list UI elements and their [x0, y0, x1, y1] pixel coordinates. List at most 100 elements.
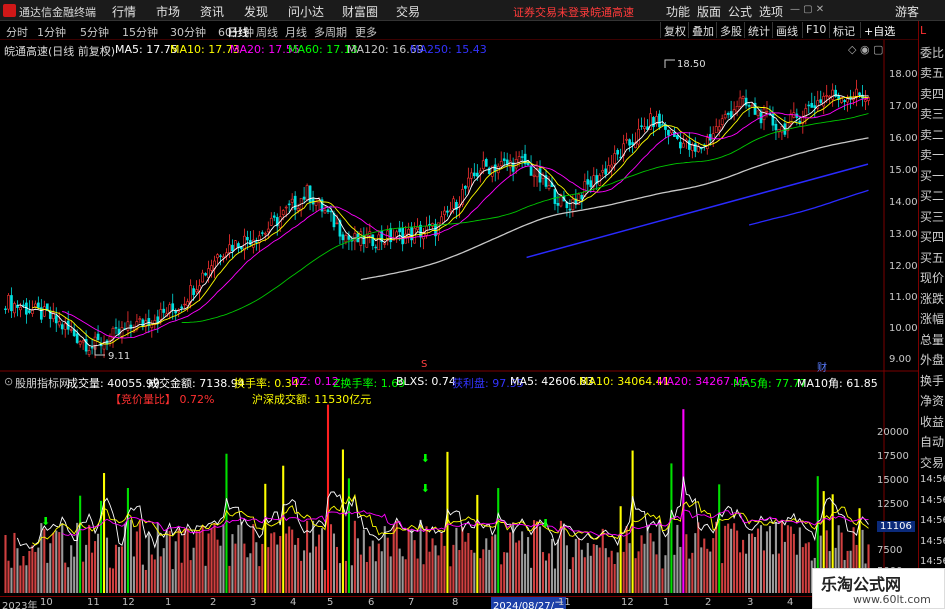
candle-body [266, 228, 270, 233]
candle-body [219, 255, 222, 257]
sidebar-item-15[interactable]: 总量 [920, 331, 944, 348]
candle-body [717, 126, 721, 131]
volume-bar [682, 409, 685, 593]
menu-wenxiaoda[interactable]: 问小达 [288, 3, 324, 20]
ma250-line [748, 189, 869, 226]
candle-body [756, 110, 760, 116]
sidebar-item-12[interactable]: 现价 [920, 269, 944, 286]
period-15min[interactable]: 15分钟 [122, 24, 158, 40]
app-logo-icon [3, 4, 16, 17]
menu-hangqing[interactable]: 行情 [112, 3, 136, 20]
volume-bar [700, 547, 703, 593]
menu-gongneng[interactable]: 功能 [666, 3, 690, 20]
menu-jiaoyi[interactable]: 交易 [396, 3, 420, 20]
sidebar-item-18[interactable]: 净资 [920, 392, 944, 409]
candle-body [798, 120, 802, 124]
period-monthly[interactable]: 月线 [285, 24, 307, 40]
volume-bar [730, 528, 733, 593]
cai-marker: 财 [817, 363, 827, 374]
candle-body [580, 194, 584, 200]
sidebar-item-22[interactable]: 14:56 [920, 474, 945, 485]
sidebar-item-24[interactable]: 14:56 [920, 515, 945, 526]
sidebar-item-25[interactable]: 14:56 [920, 536, 945, 547]
kline-chart[interactable]: ⬇ ⬇ ⬇ ⬇ [0, 40, 918, 596]
sidebar-item-4[interactable]: 卖三 [920, 105, 944, 122]
login-warning[interactable]: 证券交易未登录 [513, 4, 590, 20]
collapse-icon[interactable]: ⊙ [102, 43, 111, 56]
volume-bar [237, 524, 240, 593]
candle-body [481, 160, 485, 170]
volume-bar [461, 527, 464, 593]
sidebar-item-1[interactable]: 委比 [920, 44, 944, 61]
sidebar-item-26[interactable]: 14:56 [920, 556, 945, 567]
btn-tongji[interactable]: 统计 [744, 22, 773, 38]
volume-bar [270, 533, 273, 593]
volume-bar [488, 549, 491, 593]
menu-banmian[interactable]: 版面 [697, 3, 721, 20]
sidebar-item-8[interactable]: 买二 [920, 187, 944, 204]
window-controls-icon[interactable]: — ▢ ✕ [790, 4, 870, 16]
period-30min[interactable]: 30分钟 [170, 24, 206, 40]
candle-body [720, 118, 724, 125]
volume-bar [762, 550, 766, 593]
volume-bar [416, 558, 419, 593]
sidebar-item-7[interactable]: 买一 [920, 167, 944, 184]
time-tick-13: 11 [558, 597, 571, 608]
btn-duogu[interactable]: 多股 [716, 22, 745, 38]
candle-body [765, 111, 769, 113]
volume-bar [718, 484, 721, 593]
sidebar-item-2[interactable]: 卖五 [920, 64, 944, 81]
candle-body [308, 185, 312, 203]
btn-add-watchlist[interactable]: +自选 [860, 22, 898, 38]
chart-settings-icon[interactable]: ◇ ◉ ▢ [848, 43, 883, 56]
guest-label[interactable]: 游客 [895, 3, 919, 20]
volume-bar [28, 550, 31, 593]
sidebar-item-20[interactable]: 自动 [920, 433, 944, 450]
candle-body [607, 165, 611, 173]
sidebar-item-5[interactable]: 卖二 [920, 126, 944, 143]
sidebar-item-19[interactable]: 收益 [920, 413, 944, 430]
menu-caifuquan[interactable]: 财富圈 [342, 3, 378, 20]
volume-bar [476, 494, 479, 593]
menu-zixun[interactable]: 资讯 [200, 3, 224, 20]
btn-huaxian[interactable]: 画线 [772, 22, 801, 38]
btn-biaoji[interactable]: 标记 [829, 22, 858, 38]
period-multi[interactable]: 多周期 [314, 24, 347, 40]
volume-bar [592, 544, 595, 593]
sidebar-item-10[interactable]: 买四 [920, 228, 944, 245]
sidebar-item-0[interactable]: L [920, 24, 926, 37]
period-fenshi[interactable]: 分时 [6, 24, 28, 40]
sidebar-item-3[interactable]: 卖四 [920, 85, 944, 102]
btn-diejia[interactable]: 叠加 [688, 22, 717, 38]
sidebar-item-21[interactable]: 交易 [920, 454, 944, 471]
volume-bar [553, 568, 557, 593]
sidebar-item-9[interactable]: 买三 [920, 208, 944, 225]
candle-body [195, 289, 198, 293]
volume-bar [341, 449, 344, 593]
sidebar-item-17[interactable]: 换手 [920, 372, 944, 389]
period-5min[interactable]: 5分钟 [80, 24, 109, 40]
menu-faxian[interactable]: 发现 [244, 3, 268, 20]
menu-gongshi[interactable]: 公式 [728, 3, 752, 20]
time-tick-11: 8 [452, 597, 459, 608]
indicator-name[interactable]: 股朋指标网 [15, 375, 70, 391]
period-more[interactable]: 更多 [355, 24, 377, 40]
volume-bar [189, 560, 192, 593]
sidebar-item-14[interactable]: 涨幅 [920, 310, 944, 327]
sidebar-item-13[interactable]: 涨跌 [920, 290, 944, 307]
volume-bar [55, 530, 58, 593]
candle-body [57, 321, 61, 326]
sidebar-item-23[interactable]: 14:56 [920, 495, 945, 506]
sidebar-item-6[interactable]: 卖一 [920, 146, 944, 163]
menu-xuanxiang[interactable]: 选项 [759, 3, 783, 20]
time-tick-5: 2 [210, 597, 217, 608]
indicator-settings-icon[interactable]: ⊙ [4, 375, 13, 388]
btn-f10[interactable]: F10 [802, 22, 829, 38]
period-1min[interactable]: 1分钟 [37, 24, 66, 40]
sidebar-item-11[interactable]: 买五 [920, 249, 944, 266]
menu-shichang[interactable]: 市场 [156, 3, 180, 20]
period-weekly[interactable]: 周线 [256, 24, 278, 40]
btn-fuquan[interactable]: 复权 [660, 22, 689, 38]
sidebar-item-16[interactable]: 外盘 [920, 351, 944, 368]
period-daily[interactable]: 日线 [227, 24, 249, 40]
